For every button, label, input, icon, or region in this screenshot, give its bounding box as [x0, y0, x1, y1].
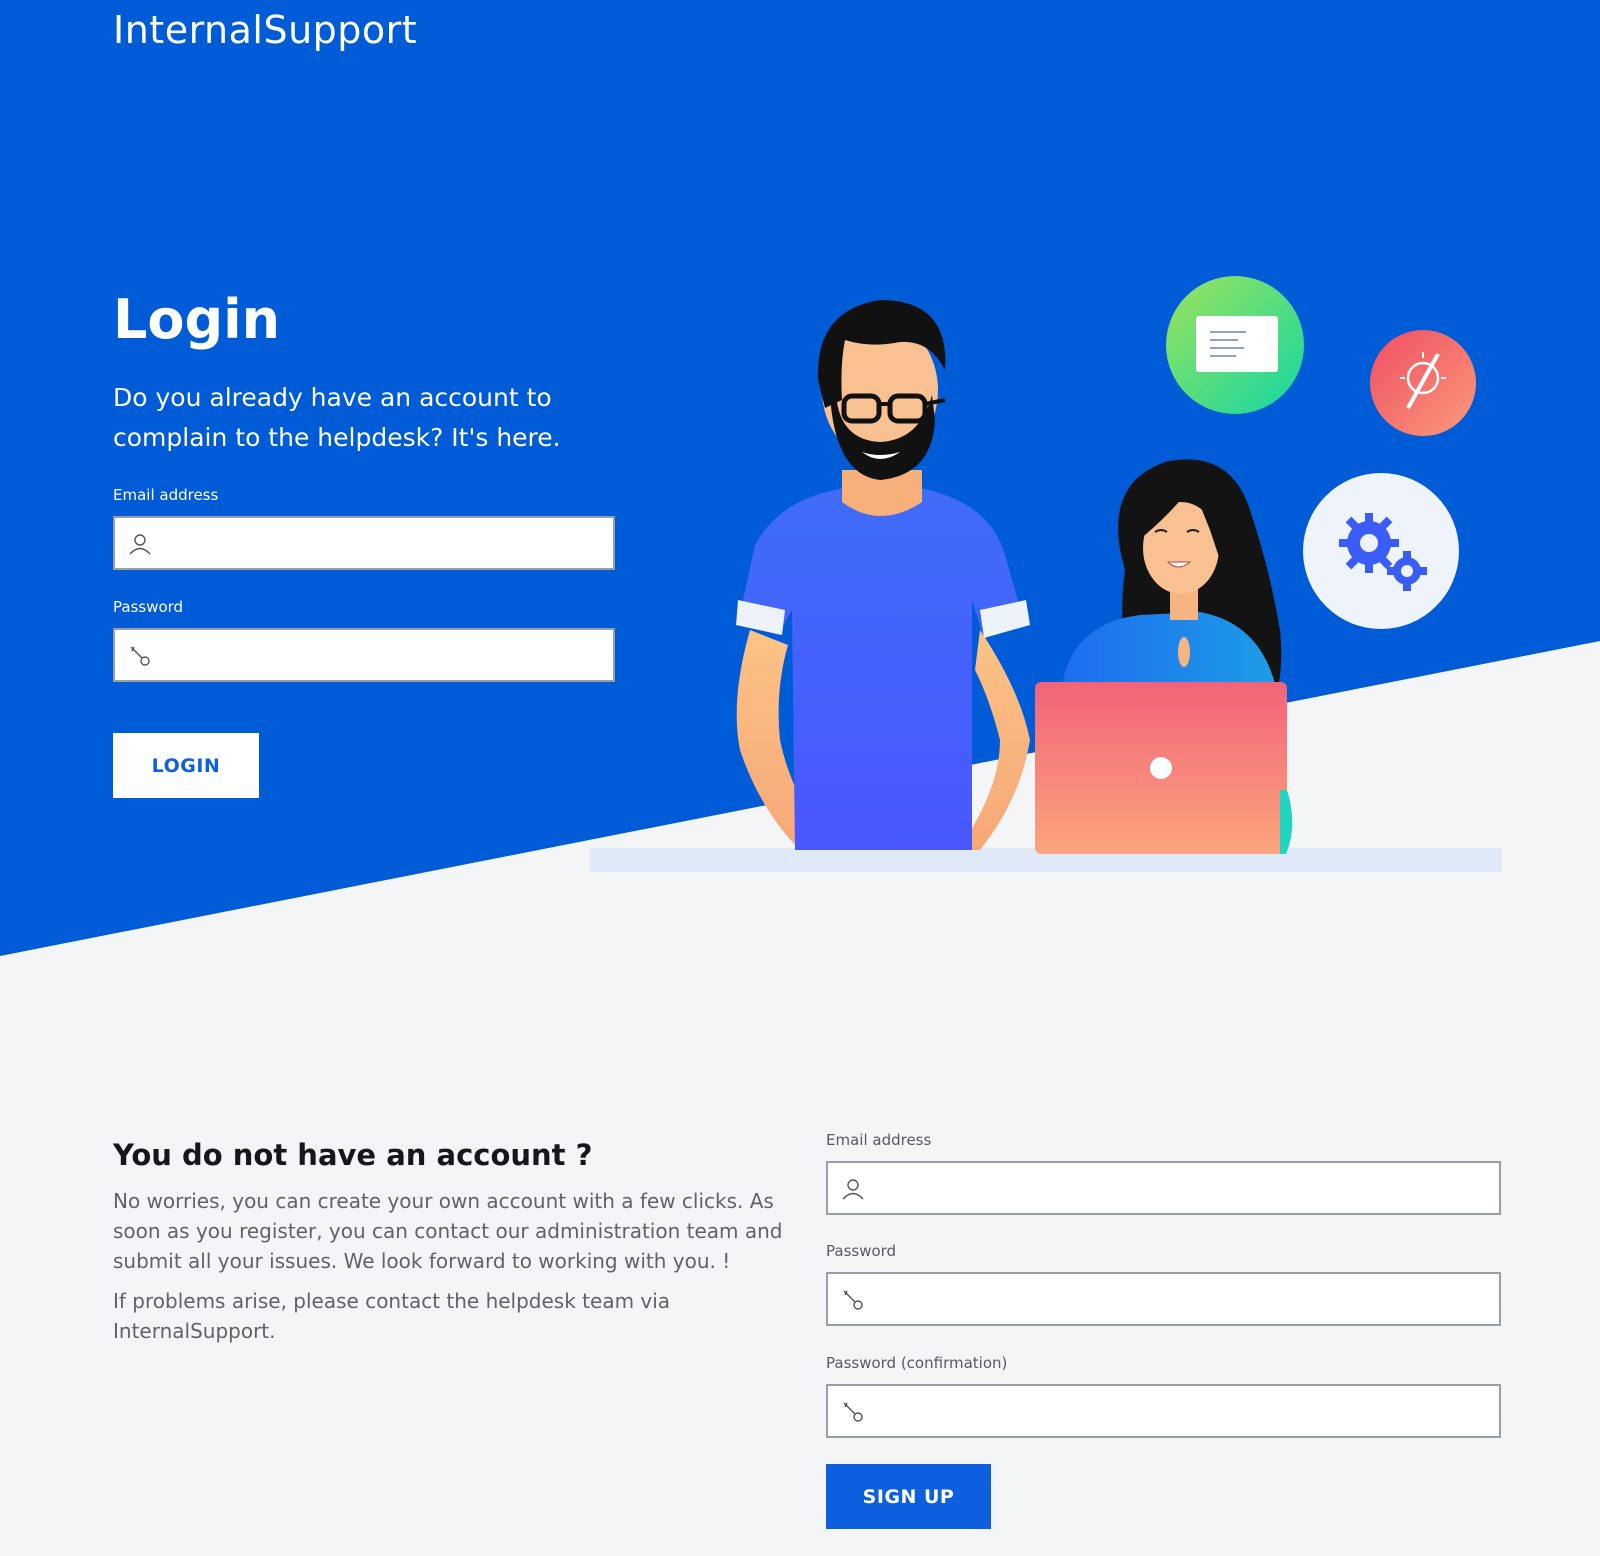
- login-title: Login: [113, 288, 281, 351]
- paintbrush-idea-icon: [1370, 330, 1476, 436]
- register-paragraph-intro: No worries, you can create your own acco…: [113, 1189, 783, 1273]
- login-password-field[interactable]: [113, 628, 615, 682]
- login-email-label: Email address: [113, 486, 219, 504]
- user-icon: [129, 534, 151, 555]
- signup-button[interactable]: SIGN UP: [826, 1464, 991, 1529]
- register-password-input[interactable]: [880, 1274, 1491, 1326]
- key-icon: [843, 1402, 863, 1422]
- register-email-field[interactable]: [826, 1161, 1501, 1215]
- register-title: You do not have an account ?: [113, 1138, 593, 1172]
- register-password-confirm-input[interactable]: [880, 1386, 1491, 1438]
- gears-icon: [1303, 473, 1459, 629]
- key-icon: [843, 1290, 863, 1310]
- login-email-field[interactable]: [113, 516, 615, 570]
- register-paragraph-help: If problems arise, please contact the he…: [113, 1289, 671, 1343]
- login-subtitle: Do you already have an account to compla…: [113, 383, 561, 452]
- key-icon: [130, 646, 150, 666]
- user-icon: [842, 1179, 864, 1200]
- register-password-confirm-field[interactable]: [826, 1384, 1501, 1438]
- brand-logo[interactable]: InternalSupport: [113, 8, 417, 52]
- register-password-field[interactable]: [826, 1272, 1501, 1326]
- login-password-label: Password: [113, 598, 184, 616]
- register-email-label: Email address: [826, 1131, 932, 1149]
- login-button[interactable]: LOGIN: [113, 733, 259, 798]
- login-email-input[interactable]: [167, 518, 605, 570]
- login-password-input[interactable]: [167, 630, 605, 682]
- register-email-input[interactable]: [880, 1163, 1491, 1215]
- register-password-label: Password: [826, 1242, 897, 1260]
- register-password-confirm-label: Password (confirmation): [826, 1354, 1008, 1372]
- document-icon: [1166, 276, 1304, 414]
